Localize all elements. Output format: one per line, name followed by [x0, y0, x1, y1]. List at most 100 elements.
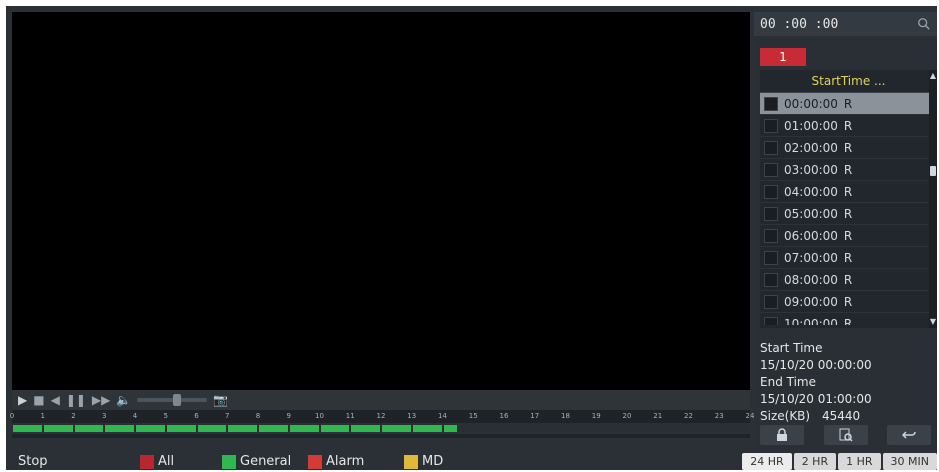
timeline-recording-segment[interactable] — [289, 425, 319, 432]
timeline-recording-segment[interactable] — [197, 425, 227, 432]
volume-icon[interactable]: 🔈 — [116, 394, 131, 406]
file-list-scrollbar[interactable]: ▲ ▼ — [929, 70, 937, 328]
file-start-time: 04:00:00 — [784, 184, 838, 199]
timeline-recording-segment[interactable] — [105, 425, 134, 432]
timeline[interactable]: 0 1 2 3 4 5 6 7 8 9 10 11 12 13 14 15 16 17 18 19 20 21 22 23 24 — [9, 410, 755, 438]
file-type: R — [843, 250, 853, 265]
timeline-recording-segment[interactable] — [320, 425, 350, 432]
fast-forward-icon[interactable]: ▶▶ — [92, 394, 110, 406]
file-list-row[interactable]: 02:00:00 R — [760, 137, 937, 159]
search-file-button[interactable] — [823, 425, 868, 445]
file-list-row[interactable]: 04:00:00 R — [760, 181, 937, 203]
lock-button[interactable] — [760, 425, 804, 445]
file-start-time: 02:00:00 — [784, 140, 838, 155]
file-list-row[interactable]: 09:00:00 R — [760, 291, 937, 313]
step-back-icon[interactable]: ◀ — [51, 394, 60, 406]
play-icon[interactable]: ▶ — [18, 394, 27, 406]
timeline-hour-label: 19 — [591, 412, 601, 420]
legend-all[interactable]: All — [140, 454, 174, 469]
timeline-recording-segment[interactable] — [136, 425, 165, 432]
start-time-label: Start Time — [760, 341, 823, 355]
file-list-row[interactable]: 06:00:00 R — [760, 225, 937, 247]
file-list-row[interactable]: 10:00:00 R — [760, 313, 937, 325]
zoom-2hr-button[interactable]: 2 HR — [793, 453, 837, 470]
timeline-track[interactable] — [12, 423, 750, 434]
file-list-row[interactable]: 01:00:00 R — [760, 115, 937, 137]
legend-alarm[interactable]: Alarm — [308, 454, 364, 469]
file-list-row[interactable]: 05:00:00 R — [760, 203, 937, 225]
pause-icon[interactable]: ❚❚ — [66, 394, 86, 406]
file-checkbox[interactable] — [764, 140, 778, 155]
zoom-24hr-button[interactable]: 24 HR — [742, 453, 792, 470]
file-type: R — [843, 294, 853, 309]
scrollbar-thumb[interactable] — [930, 166, 936, 176]
timeline-recording-segment[interactable] — [443, 425, 457, 432]
file-checkbox[interactable] — [764, 250, 778, 265]
legend-general[interactable]: General — [222, 454, 291, 469]
zoom-30min-button[interactable]: 30 MIN — [882, 453, 937, 470]
timeline-recording-segment[interactable] — [259, 425, 288, 432]
timeline-hour-label: 5 — [163, 412, 168, 420]
file-checkbox[interactable] — [764, 118, 778, 133]
file-list-row[interactable]: 03:00:00 R — [760, 159, 937, 181]
volume-slider-knob[interactable] — [173, 394, 182, 406]
legend-md-label: MD — [422, 454, 444, 469]
timeline-hour-label: 0 — [9, 412, 15, 420]
timeline-hour-label: 16 — [499, 412, 509, 420]
file-list-row[interactable]: 07:00:00 R — [760, 247, 937, 269]
file-list-row[interactable]: 08:00:00 R — [760, 269, 937, 291]
back-button[interactable] — [887, 425, 931, 445]
legend-alarm-swatch — [308, 454, 322, 469]
legend-alarm-label: Alarm — [326, 454, 365, 469]
timeline-hour-label: 18 — [561, 412, 570, 420]
time-search-input[interactable]: 00 :00 :00 — [760, 17, 838, 32]
timeline-recording-segment[interactable] — [166, 425, 196, 432]
timeline-recording-segment[interactable] — [13, 425, 42, 432]
size-label: Size(KB) — [760, 409, 811, 423]
search-icon[interactable] — [917, 17, 931, 31]
timeline-recording-segment[interactable] — [412, 425, 442, 432]
timeline-recording-segment[interactable] — [74, 425, 104, 432]
legend-md[interactable]: MD — [404, 454, 443, 469]
legend-general-swatch — [222, 454, 236, 469]
timeline-hour-label: 15 — [468, 412, 478, 420]
file-checkbox[interactable] — [764, 162, 778, 177]
file-start-time: 05:00:00 — [784, 206, 838, 221]
timeline-hour-label: 12 — [376, 412, 386, 420]
timeline-hour-label: 9 — [286, 412, 291, 420]
file-checkbox[interactable] — [764, 184, 778, 199]
playback-status: Stop — [18, 454, 48, 469]
file-list-row[interactable]: 00:00:00 R — [760, 93, 937, 115]
file-checkbox[interactable] — [764, 96, 778, 111]
file-checkbox[interactable] — [764, 272, 778, 287]
end-time-value: 15/10/20 01:00:00 — [760, 392, 872, 406]
scroll-up-icon[interactable]: ▲ — [929, 70, 937, 82]
file-checkbox[interactable] — [764, 316, 778, 325]
timeline-recording-segment[interactable] — [351, 425, 380, 432]
legend-general-label: General — [240, 454, 292, 469]
file-list-header[interactable]: StartTime ... — [760, 70, 937, 93]
stop-icon[interactable]: ■ — [33, 394, 44, 406]
file-actions — [760, 424, 931, 446]
channel-tab-1[interactable]: 1 — [760, 48, 806, 66]
scroll-down-icon[interactable]: ▼ — [929, 316, 937, 328]
file-start-time: 10:00:00 — [784, 316, 838, 326]
timeline-recording-segment[interactable] — [43, 425, 73, 432]
time-search-field[interactable]: 00 :00 :00 — [754, 12, 937, 36]
file-type: R — [843, 140, 853, 155]
timeline-recording-segment[interactable] — [382, 425, 411, 432]
file-type: R — [843, 118, 853, 133]
timeline-recording-segment[interactable] — [228, 425, 257, 432]
file-checkbox[interactable] — [764, 228, 778, 243]
playback-controls: ▶ ■ ◀ ❚❚ ▶▶ 🔈 📷 — [12, 390, 750, 410]
file-checkbox[interactable] — [764, 294, 778, 309]
timeline-hour-label: 14 — [438, 412, 447, 420]
legend-md-swatch — [404, 454, 418, 469]
file-start-time: 08:00:00 — [784, 272, 838, 287]
volume-slider[interactable] — [137, 394, 208, 406]
camera-snapshot-icon[interactable]: 📷 — [213, 394, 228, 406]
timeline-hour-labels: 0 1 2 3 4 5 6 7 8 9 10 11 12 13 14 15 16 17 18 19 20 21 22 23 24 — [9, 412, 755, 422]
timeline-hour-label: 4 — [132, 412, 138, 420]
file-checkbox[interactable] — [764, 206, 778, 221]
zoom-1hr-button[interactable]: 1 HR — [838, 453, 881, 470]
